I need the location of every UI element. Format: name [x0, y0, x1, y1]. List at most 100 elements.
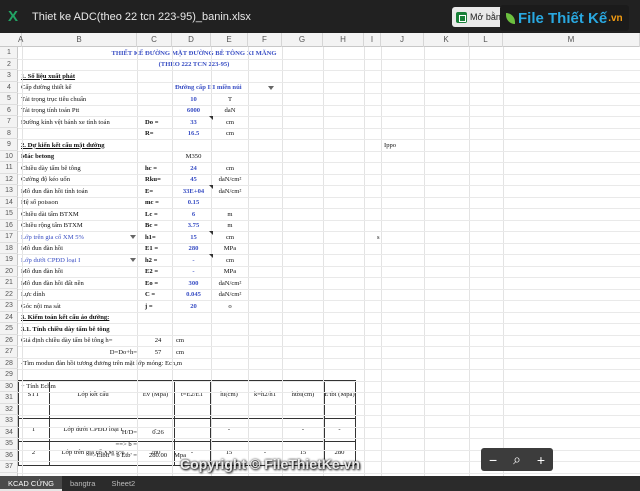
row-header-31[interactable]: 31 [0, 392, 18, 404]
row-header-17[interactable]: 17 [0, 231, 18, 243]
section-2-heading: 2. Dự kiến kết cấu mặt đường [21, 141, 105, 149]
row-header-21[interactable]: 21 [0, 277, 18, 289]
tab-kcad-cung[interactable]: KCAD CỨNG [0, 476, 62, 491]
unit-row-16: m [227, 222, 233, 229]
row-header-4[interactable]: 4 [0, 82, 18, 93]
value-row-21: 300 [188, 279, 199, 287]
row-gridline [18, 185, 640, 186]
row-gridline [18, 277, 640, 278]
unit-row-6: daN [224, 107, 236, 114]
tab-sheet2[interactable]: Sheet2 [103, 476, 143, 491]
symbol-row-11: hc = [145, 164, 157, 172]
row-header-3[interactable]: 3 [0, 70, 18, 82]
row-header-23[interactable]: 23 [0, 300, 18, 312]
row-header-35[interactable]: 35 [0, 438, 18, 450]
row-header-30[interactable]: 30 [0, 381, 18, 392]
col-gridline [282, 47, 283, 476]
symbol-row-7: Do = [145, 118, 159, 126]
dropdown-arrow-icon[interactable] [130, 235, 136, 239]
row-header-28[interactable]: 28 [0, 358, 18, 369]
value-row-16: 3.75 [187, 222, 200, 229]
value-row-4: Đường cấp III miền núi [175, 84, 242, 91]
search-icon[interactable]: ⌕ [513, 451, 521, 468]
row-header-34[interactable]: 34 [0, 427, 18, 438]
row-header-8[interactable]: 8 [0, 128, 18, 139]
tab-bangtra[interactable]: bangtra [62, 476, 103, 491]
value-row-18: 280 [188, 245, 199, 252]
col-gridline [469, 47, 470, 476]
row-gridline [18, 311, 640, 313]
value-row-13: 33E+04 [182, 187, 205, 195]
dropdown-arrow-icon[interactable] [268, 85, 274, 90]
comment-marker [209, 231, 213, 235]
row-header-5[interactable]: 5 [0, 93, 18, 105]
col-header-h[interactable]: H [323, 33, 364, 47]
col-header-i[interactable]: I [364, 33, 381, 47]
col-header-l[interactable]: L [469, 33, 503, 47]
row-header-20[interactable]: 20 [0, 266, 18, 277]
row-header-12[interactable]: 12 [0, 174, 18, 185]
col-header-c[interactable]: C [137, 33, 172, 47]
row-gridline [18, 58, 640, 60]
row-header-13[interactable]: 13 [0, 185, 18, 197]
row-header-29[interactable]: 29 [0, 369, 18, 381]
row-header-19[interactable]: 19 [0, 254, 18, 266]
row-gridline [18, 392, 640, 393]
col-header-m[interactable]: M [503, 33, 640, 47]
spreadsheet-grid[interactable]: ABCDEFGHIJKLM 1 2 3 4 5 6 7 8 9 10 11 12 13 14 15 16 17 1… [0, 33, 640, 476]
row-header-2[interactable]: 2 [0, 59, 18, 70]
row-header-10[interactable]: 10 [0, 151, 18, 162]
dropdown-arrow-icon[interactable] [130, 258, 136, 262]
zoom-in-icon[interactable]: + [537, 452, 545, 468]
row-header-27[interactable]: 27 [0, 346, 18, 358]
col-header-f[interactable]: F [248, 33, 282, 47]
row-header-26[interactable]: 26 [0, 335, 18, 346]
watermark-logo-text: File Thiết Kế [518, 9, 608, 27]
unit-row-12: daN/cm² [218, 176, 242, 183]
row-gridline [18, 150, 640, 152]
row-header-1[interactable]: 1 [0, 47, 18, 59]
row-header-32[interactable]: 32 [0, 404, 18, 415]
label-row-22: Lực dính [21, 291, 45, 298]
row-header-37[interactable]: 37 [0, 461, 18, 473]
row-header-14[interactable]: 14 [0, 197, 18, 208]
value-row-23: 20 [190, 302, 197, 310]
leaf-icon [506, 12, 515, 24]
col-gridline [323, 47, 324, 476]
col-header-e[interactable]: E [211, 33, 248, 47]
row-gridline [18, 116, 640, 117]
row-header-9[interactable]: 9 [0, 139, 18, 151]
row-header-16[interactable]: 16 [0, 220, 18, 231]
label-row-26: Giả định chiều dày tấm bê tông h= [21, 337, 113, 344]
col-gridline [503, 47, 504, 476]
label-row-17: Lớp trên gia cố XM 5% [21, 233, 84, 241]
row-header-15[interactable]: 15 [0, 208, 18, 220]
row-gridline [18, 127, 640, 129]
row-header-11[interactable]: 11 [0, 162, 18, 174]
row-header-22[interactable]: 22 [0, 289, 18, 300]
label-row-11: Chiều dày tấm bê tông [21, 164, 81, 172]
row-header-33[interactable]: 33 [0, 415, 18, 427]
col-header-b[interactable]: B [22, 33, 137, 47]
col-gridline [381, 47, 382, 476]
label-row-12: Cường độ kéo uốn [21, 176, 71, 183]
row-header-24[interactable]: 24 [0, 312, 18, 323]
watermark-logo-domain: .vn [608, 12, 623, 24]
label-row-14: Hệ số poisson [21, 199, 58, 206]
row-gridline [18, 438, 640, 439]
row-header-36[interactable]: 36 [0, 450, 18, 461]
col-header-j[interactable]: J [381, 33, 424, 47]
col-header-g[interactable]: G [282, 33, 323, 47]
row-gridline [18, 70, 640, 71]
section-3-heading: 3. Kiểm toán kết cấu áo đường: [21, 314, 110, 321]
col-header-d[interactable]: D [172, 33, 211, 47]
row-header-7[interactable]: 7 [0, 116, 18, 128]
col-header-k[interactable]: K [424, 33, 469, 47]
symbol-row-20: E2 = [145, 268, 159, 275]
zoom-out-icon[interactable]: − [489, 452, 497, 468]
col-gridline [137, 47, 138, 476]
unit-row-5: T [227, 95, 233, 103]
row-header-25[interactable]: 25 [0, 323, 18, 335]
row-header-18[interactable]: 18 [0, 243, 18, 254]
row-header-6[interactable]: 6 [0, 105, 18, 116]
